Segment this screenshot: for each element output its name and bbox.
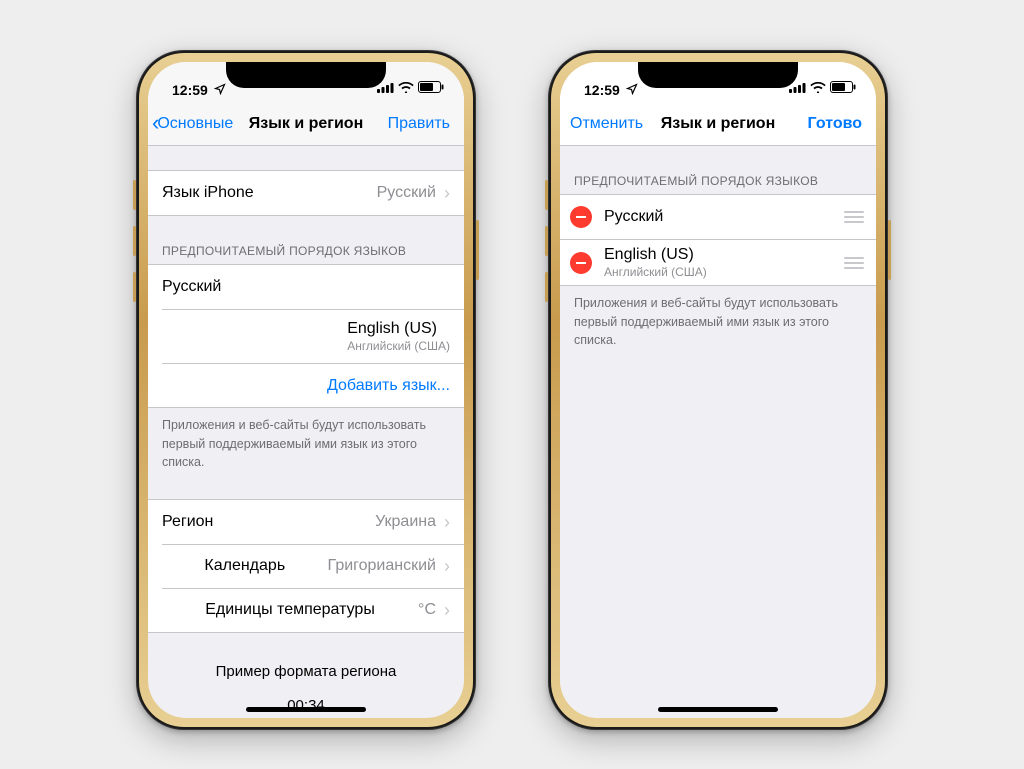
edit-button[interactable]: Править <box>370 115 456 133</box>
group-header-preferred-languages: ПРЕДПОЧИТАЕМЫЙ ПОРЯДОК ЯЗЫКОВ <box>560 146 876 194</box>
nav-title: Язык и регион <box>249 115 363 133</box>
add-language-button[interactable]: Добавить язык... <box>162 363 464 407</box>
nav-title: Язык и регион <box>661 115 775 133</box>
cell-value: Русский <box>377 184 436 202</box>
status-time: 12:59 <box>584 82 620 98</box>
language-name: Русский <box>604 208 663 226</box>
language-name: English (US) <box>347 320 450 338</box>
cell-calendar[interactable]: Календарь Григорианский › <box>162 544 464 588</box>
delete-button[interactable] <box>570 252 592 274</box>
cancel-label: Отменить <box>570 115 643 133</box>
notch <box>638 62 798 88</box>
nav-bar: Отменить Язык и регион Готово <box>560 102 876 146</box>
drag-handle-icon[interactable] <box>844 211 864 223</box>
language-row-english[interactable]: English (US) Английский (США) <box>162 309 464 363</box>
iphone-device-right: 12:59 <box>548 50 888 730</box>
notch <box>226 62 386 88</box>
settings-scroll[interactable]: ПРЕДПОЧИТАЕМЫЙ ПОРЯДОК ЯЗЫКОВ Русский En… <box>560 146 876 718</box>
cancel-button[interactable]: Отменить <box>562 115 648 133</box>
home-indicator <box>658 707 778 712</box>
iphone-device-left: 12:59 <box>136 50 476 730</box>
group-footer-languages: Приложения и веб-сайты будут использоват… <box>560 286 876 352</box>
language-edit-row-english[interactable]: English (US) Английский (США) <box>560 239 876 285</box>
cell-temperature-unit[interactable]: Единицы температуры °C › <box>162 588 464 632</box>
cell-value: Украина <box>375 513 436 531</box>
back-label: Основные <box>157 115 233 133</box>
done-label: Готово <box>808 115 862 133</box>
example-date: Четверг, 29 августа 2019 г. <box>158 717 454 718</box>
status-time: 12:59 <box>172 82 208 98</box>
location-arrow-icon <box>214 82 226 98</box>
wifi-icon <box>810 80 826 96</box>
language-subtitle: Английский (США) <box>347 339 450 353</box>
example-title: Пример формата региона <box>158 663 454 680</box>
add-language-label: Добавить язык... <box>327 377 450 395</box>
location-arrow-icon <box>626 82 638 98</box>
cell-label: Регион <box>162 513 213 531</box>
battery-icon <box>830 80 856 96</box>
cell-label: Единицы температуры <box>205 601 375 619</box>
battery-icon <box>418 80 444 96</box>
chevron-right-icon: › <box>444 557 450 575</box>
home-indicator <box>246 707 366 712</box>
cell-region[interactable]: Регион Украина › <box>148 500 464 544</box>
done-button[interactable]: Готово <box>782 115 868 133</box>
language-row-russian[interactable]: Русский <box>148 265 464 309</box>
wifi-icon <box>398 80 414 96</box>
minus-icon <box>576 216 586 218</box>
back-button[interactable]: ‹ Основные <box>150 114 236 134</box>
group-header-preferred-languages: ПРЕДПОЧИТАЕМЫЙ ПОРЯДОК ЯЗЫКОВ <box>148 216 464 264</box>
minus-icon <box>576 262 586 264</box>
drag-handle-icon[interactable] <box>844 257 864 269</box>
cell-value: Григорианский <box>328 557 436 575</box>
region-format-example: Пример формата региона 00:34 Четверг, 29… <box>148 633 464 718</box>
language-edit-row-russian[interactable]: Русский <box>560 195 876 239</box>
cell-value: °C <box>418 601 436 619</box>
delete-button[interactable] <box>570 206 592 228</box>
cell-label: Язык iPhone <box>162 184 254 202</box>
language-subtitle: Английский (США) <box>604 265 707 279</box>
cell-iphone-language[interactable]: Язык iPhone Русский › <box>148 171 464 215</box>
chevron-right-icon: › <box>444 184 450 202</box>
group-footer-languages: Приложения и веб-сайты будут использоват… <box>148 408 464 474</box>
chevron-right-icon: › <box>444 513 450 531</box>
language-name: Русский <box>162 278 221 296</box>
settings-scroll[interactable]: Язык iPhone Русский › ПРЕДПОЧИТАЕМЫЙ ПОР… <box>148 146 464 718</box>
language-name: English (US) <box>604 246 707 264</box>
example-time: 00:34 <box>158 694 454 717</box>
chevron-right-icon: › <box>444 601 450 619</box>
edit-label: Править <box>388 115 450 133</box>
cell-label: Календарь <box>204 557 285 575</box>
nav-bar: ‹ Основные Язык и регион Править <box>148 102 464 146</box>
